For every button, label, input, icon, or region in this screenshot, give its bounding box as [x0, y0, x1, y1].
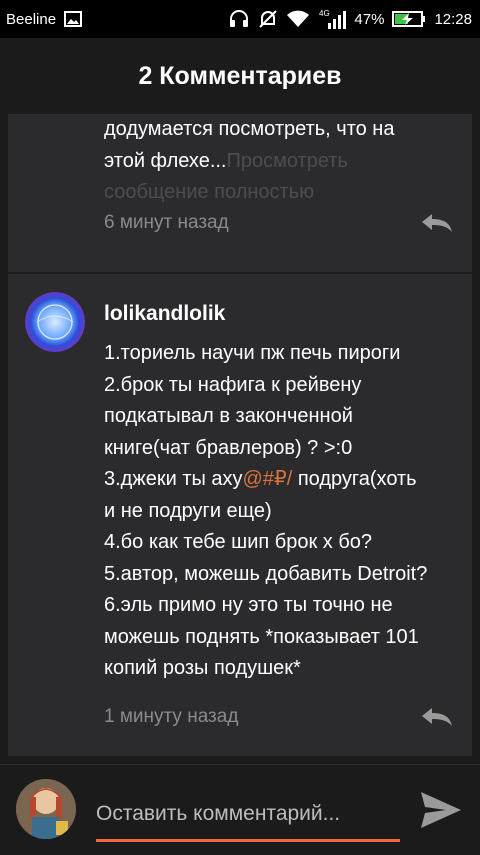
carrier-name: Beeline — [6, 10, 57, 28]
comment-composer — [0, 764, 480, 855]
clock: 12:28 — [434, 10, 472, 28]
avatar-icon[interactable] — [25, 292, 85, 352]
comment-line: 3.джеки ты аху@#₽/ подруга(хоть — [104, 464, 464, 496]
comment-line: 2.брок ты нафига к рейвену — [104, 373, 362, 396]
comment-line: этой флехе...Просмотреть — [104, 146, 464, 178]
send-icon[interactable] — [418, 789, 464, 831]
comment-author[interactable]: lolikandlolik — [104, 302, 225, 326]
network-type: 4G — [319, 9, 330, 18]
comment-line: и не подруги еще) — [104, 499, 272, 522]
comments-feed[interactable]: додумается посмотреть, что на этой флехе… — [0, 114, 480, 764]
reply-icon[interactable] — [420, 212, 454, 234]
comment-input[interactable] — [96, 791, 400, 837]
comment-line-text: этой флехе... — [104, 149, 227, 172]
my-avatar-icon[interactable] — [16, 779, 76, 839]
comment-card: додумается посмотреть, что на этой флехе… — [8, 114, 472, 272]
headset-icon — [228, 9, 250, 29]
battery-charging-icon — [392, 10, 426, 28]
comment-time: 1 минуту назад — [104, 706, 239, 727]
wifi-icon — [286, 10, 310, 28]
comment-line: додумается посмотреть, что на — [104, 118, 395, 140]
input-underline — [96, 839, 400, 842]
read-more-link[interactable]: сообщение полностью — [104, 177, 464, 209]
comment-line-text: 3.джеки ты аху — [104, 468, 243, 490]
signal-icon: 4G — [318, 8, 347, 30]
status-bar: Beeline 4G 47% 12:28 — [0, 0, 480, 38]
comment-line: 1.ториель научи пж печь пироги — [104, 342, 401, 364]
censored-word: @#₽/ — [242, 468, 293, 490]
reply-icon[interactable] — [420, 706, 454, 728]
comment-line: 4.бо как тебе шип брок х бо? — [104, 531, 373, 553]
comment-line-text: подруга(хоть — [292, 468, 417, 490]
comment-line: можешь поднять *показывает 101 — [104, 625, 419, 648]
mute-icon — [258, 9, 278, 29]
comment-line: книге(чат бравлеров) ? >:0 — [104, 436, 353, 459]
comment-line: 6.эль примо ну это ты точно не — [104, 594, 393, 616]
comment-card: lolikandlolik 1.ториель научи пж печь пи… — [8, 274, 472, 756]
comment-body: додумается посмотреть, что на этой флехе… — [104, 114, 464, 209]
comment-line: подкатывал в законченной — [104, 405, 353, 427]
app-header: 2 Комментариев — [0, 38, 480, 114]
read-more-link[interactable]: Просмотреть — [227, 150, 348, 172]
comment-line: копий розы подушек* — [104, 657, 301, 679]
comment-input-wrap — [96, 791, 400, 843]
comment-line: 5.автор, можешь добавить Detroit? — [104, 562, 428, 585]
comment-time: 6 минут назад — [104, 212, 229, 233]
battery-percent: 47% — [354, 10, 385, 28]
image-icon — [64, 11, 83, 27]
comment-body: 1.ториель научи пж печь пироги 2.брок ты… — [104, 338, 464, 685]
page-title: 2 Комментариев — [138, 61, 342, 90]
